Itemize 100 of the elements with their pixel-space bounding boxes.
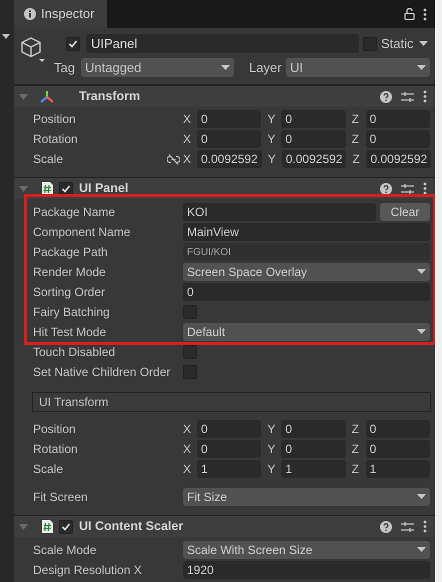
check-icon <box>68 38 78 48</box>
help-icon[interactable] <box>380 182 392 194</box>
axis-label: Z <box>352 421 360 438</box>
field-label: Package Name <box>33 204 116 221</box>
text-field[interactable]: 0 <box>183 283 430 301</box>
more-icon[interactable] <box>423 520 427 533</box>
field-label: Hit Test Mode <box>33 324 106 341</box>
axis-label: Y <box>267 461 276 478</box>
info-icon <box>24 8 36 20</box>
component-title: UI Content Scaler <box>79 518 184 536</box>
sliders-icon[interactable] <box>401 90 414 102</box>
number-field[interactable]: 0 <box>366 110 430 128</box>
checkbox[interactable] <box>183 345 197 359</box>
number-field[interactable]: 0 <box>197 110 262 128</box>
more-icon[interactable] <box>423 90 427 103</box>
name-field[interactable]: UIPanel <box>86 34 359 53</box>
field-label: Position <box>33 111 76 128</box>
sliders-icon[interactable] <box>401 182 414 194</box>
number-field[interactable]: 0 <box>197 130 262 148</box>
number-field[interactable]: 0 <box>366 440 430 458</box>
caret-icon <box>417 547 426 553</box>
layer-label: Layer <box>249 58 283 77</box>
more-icon[interactable] <box>423 182 427 195</box>
field-label: Fit Screen <box>33 489 88 506</box>
script-icon <box>39 181 55 196</box>
number-field[interactable]: 0.0092592 <box>366 150 432 168</box>
caret-icon <box>417 64 426 70</box>
axis-label: Y <box>267 421 276 438</box>
caret-icon <box>417 329 426 335</box>
component-header[interactable]: UI Content Scaler <box>14 515 435 537</box>
help-icon[interactable] <box>380 520 392 532</box>
sliders-icon[interactable] <box>401 520 414 532</box>
help-icon[interactable] <box>380 90 392 102</box>
axis-label: Y <box>268 151 277 168</box>
number-field[interactable]: 0 <box>281 440 346 458</box>
inspector-tab[interactable]: Inspector <box>14 0 107 28</box>
number-field[interactable]: 0 <box>281 110 346 128</box>
caret-icon <box>417 494 426 500</box>
axis-label: Z <box>352 461 360 478</box>
number-field[interactable]: 1 <box>197 460 262 478</box>
number-field[interactable]: 0 <box>281 130 346 148</box>
caret-icon <box>221 64 230 70</box>
field-label: Design Resolution X <box>33 562 142 579</box>
axis-label: Y <box>267 111 276 128</box>
section-header: UI Transform <box>39 394 108 411</box>
lock-icon[interactable] <box>404 8 415 20</box>
axis-label: X <box>183 151 192 168</box>
number-field[interactable]: 1 <box>366 460 430 478</box>
dropdown[interactable]: Screen Space Overlay <box>183 263 430 281</box>
axis-label: X <box>183 131 192 148</box>
axis-label: X <box>183 421 192 438</box>
field-label: Rotation <box>33 441 78 458</box>
caret-icon[interactable] <box>419 40 428 46</box>
number-field[interactable]: 0.0092592 <box>197 150 262 168</box>
dropdown-value: Screen Space Overlay <box>187 264 308 281</box>
text-field[interactable]: MainView <box>183 223 430 241</box>
field-label: Rotation <box>33 131 78 148</box>
dropdown-value: UI <box>290 58 303 77</box>
field-label: Scale Mode <box>33 542 96 559</box>
tab-title: Inspector <box>41 5 94 24</box>
number-field[interactable]: 0 <box>281 420 346 438</box>
checkbox[interactable] <box>59 520 73 534</box>
dropdown[interactable]: Default <box>183 323 430 341</box>
tag-dropdown[interactable]: Untagged <box>81 58 234 77</box>
axis-label: X <box>183 461 192 478</box>
script-icon <box>39 519 55 534</box>
dropdown[interactable]: Fit Size <box>183 488 430 506</box>
axis-label: X <box>183 441 192 458</box>
tag-label: Tag <box>54 58 76 77</box>
dropdown[interactable]: Scale With Screen Size <box>183 541 430 559</box>
number-field[interactable]: 0 <box>197 440 262 458</box>
axis-label: Z <box>352 441 360 458</box>
field-label: Scale <box>33 461 64 478</box>
unlink-icon[interactable] <box>167 154 180 164</box>
component-header[interactable]: Transform <box>14 85 435 107</box>
field-label: Fairy Batching <box>33 304 110 321</box>
number-field[interactable]: 0 <box>197 420 262 438</box>
number-field[interactable]: 0.0092592 <box>282 150 346 168</box>
caret-icon[interactable] <box>2 34 10 40</box>
component-title: Transform <box>79 88 140 106</box>
text-field[interactable]: KOI <box>183 203 376 221</box>
more-icon[interactable] <box>423 8 427 20</box>
field-label: Touch Disabled <box>33 344 116 361</box>
field-label: Package Path <box>33 244 108 261</box>
axis-label: Y <box>267 441 276 458</box>
readonly-field[interactable]: FGUI/KOI <box>183 243 430 261</box>
dropdown-value: Default <box>187 324 226 341</box>
field-label: Sorting Order <box>33 284 106 301</box>
number-field[interactable]: 0 <box>366 420 430 438</box>
static-label: Static <box>381 34 414 53</box>
checkbox[interactable] <box>59 182 73 196</box>
axis-label: Z <box>352 111 360 128</box>
field-label: Component Name <box>33 224 130 241</box>
clear-button[interactable]: Clear <box>380 203 430 221</box>
number-field[interactable]: 0 <box>366 130 430 148</box>
layer-dropdown[interactable]: UI <box>286 58 430 77</box>
checkbox[interactable] <box>66 36 80 50</box>
text-field[interactable]: 1920 <box>183 561 430 579</box>
axis-label: X <box>183 111 192 128</box>
number-field[interactable]: 1 <box>281 460 346 478</box>
